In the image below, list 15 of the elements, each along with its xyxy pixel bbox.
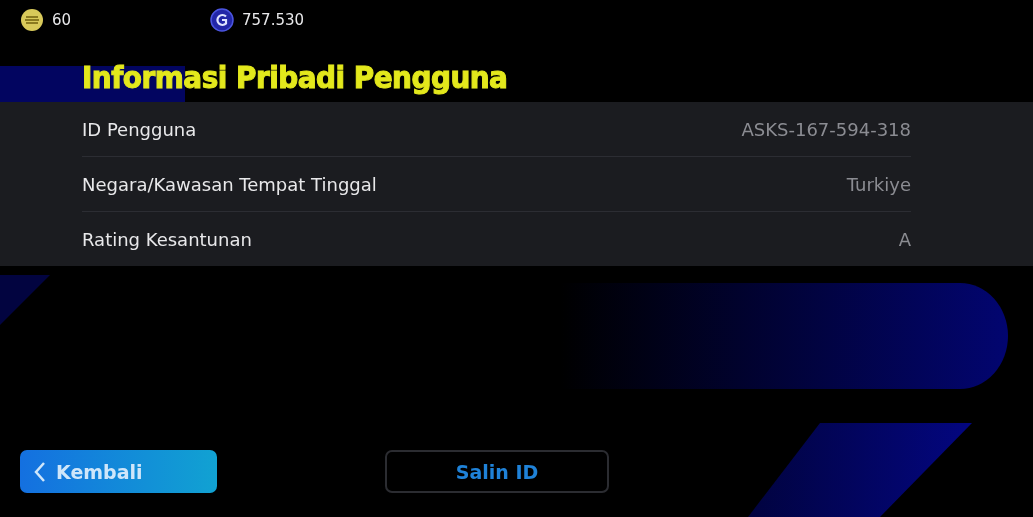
info-value: ASKS-167-594-318 (741, 118, 911, 140)
background-stripe (0, 275, 50, 325)
chevron-left-icon (34, 460, 46, 483)
currency-amount: 60 (52, 11, 72, 29)
back-button[interactable]: Kembali (20, 450, 217, 493)
copy-id-button[interactable]: Salin ID (385, 450, 609, 493)
page-title: Informasi Pribadi Pengguna (82, 58, 508, 97)
currency-amount: 757.530 (242, 11, 305, 29)
coin-icon (20, 8, 44, 32)
info-label: ID Pengguna (82, 118, 197, 140)
info-label: Rating Kesantunan (82, 228, 252, 250)
coin-icon (210, 8, 234, 32)
info-value: Turkiye (846, 173, 911, 195)
info-label: Negara/Kawasan Tempat Tinggal (82, 173, 377, 195)
info-value: A (898, 228, 911, 250)
